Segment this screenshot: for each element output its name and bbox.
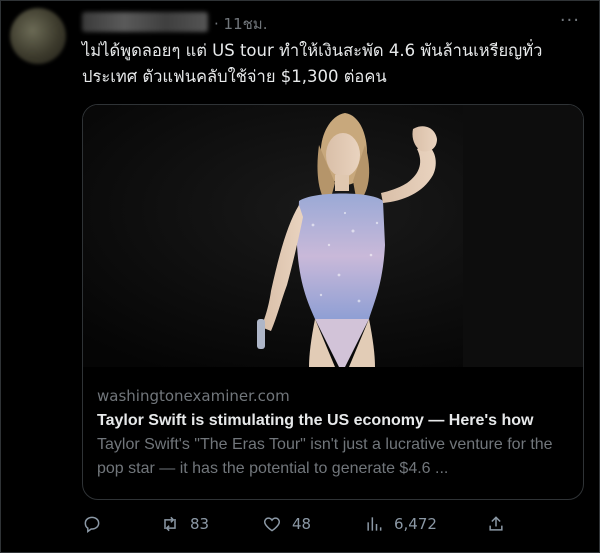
avatar[interactable] bbox=[10, 8, 66, 64]
retweet-button[interactable]: 83 bbox=[160, 514, 209, 534]
views-count: 6,472 bbox=[394, 515, 437, 533]
reply-button[interactable] bbox=[82, 514, 102, 534]
card-image bbox=[83, 105, 583, 367]
retweet-icon bbox=[164, 516, 176, 532]
link-card[interactable]: washingtonexaminer.com Taylor Swift is s… bbox=[82, 104, 584, 500]
tweet-actions: 83 48 6,472 bbox=[82, 514, 587, 538]
like-button[interactable]: 48 bbox=[262, 514, 311, 534]
card-headline: Taylor Swift is stimulating the US econo… bbox=[97, 412, 534, 429]
card-domain: washingtonexaminer.com bbox=[97, 387, 290, 405]
tweet-text: ไม่ได้พูดลอยๆ แต่ US tour ทำให้เงินสะพัด… bbox=[82, 41, 543, 86]
retweet-count: 83 bbox=[190, 515, 210, 533]
reply-icon bbox=[84, 516, 100, 533]
card-body: washingtonexaminer.com Taylor Swift is s… bbox=[97, 385, 573, 481]
like-icon bbox=[263, 517, 281, 532]
performer-photo bbox=[83, 105, 583, 367]
card-description: Taylor Swift's "The Eras Tour" isn't jus… bbox=[97, 436, 553, 477]
views-icon bbox=[367, 517, 382, 531]
like-count: 48 bbox=[292, 515, 312, 533]
views-button[interactable]: 6,472 bbox=[364, 514, 437, 534]
more-icon[interactable]: ··· bbox=[560, 10, 580, 31]
tweet-timestamp[interactable]: · 11ชม. bbox=[214, 12, 267, 36]
author-name-blurred[interactable] bbox=[82, 12, 208, 32]
share-button[interactable] bbox=[486, 514, 506, 534]
share-icon bbox=[489, 516, 503, 531]
